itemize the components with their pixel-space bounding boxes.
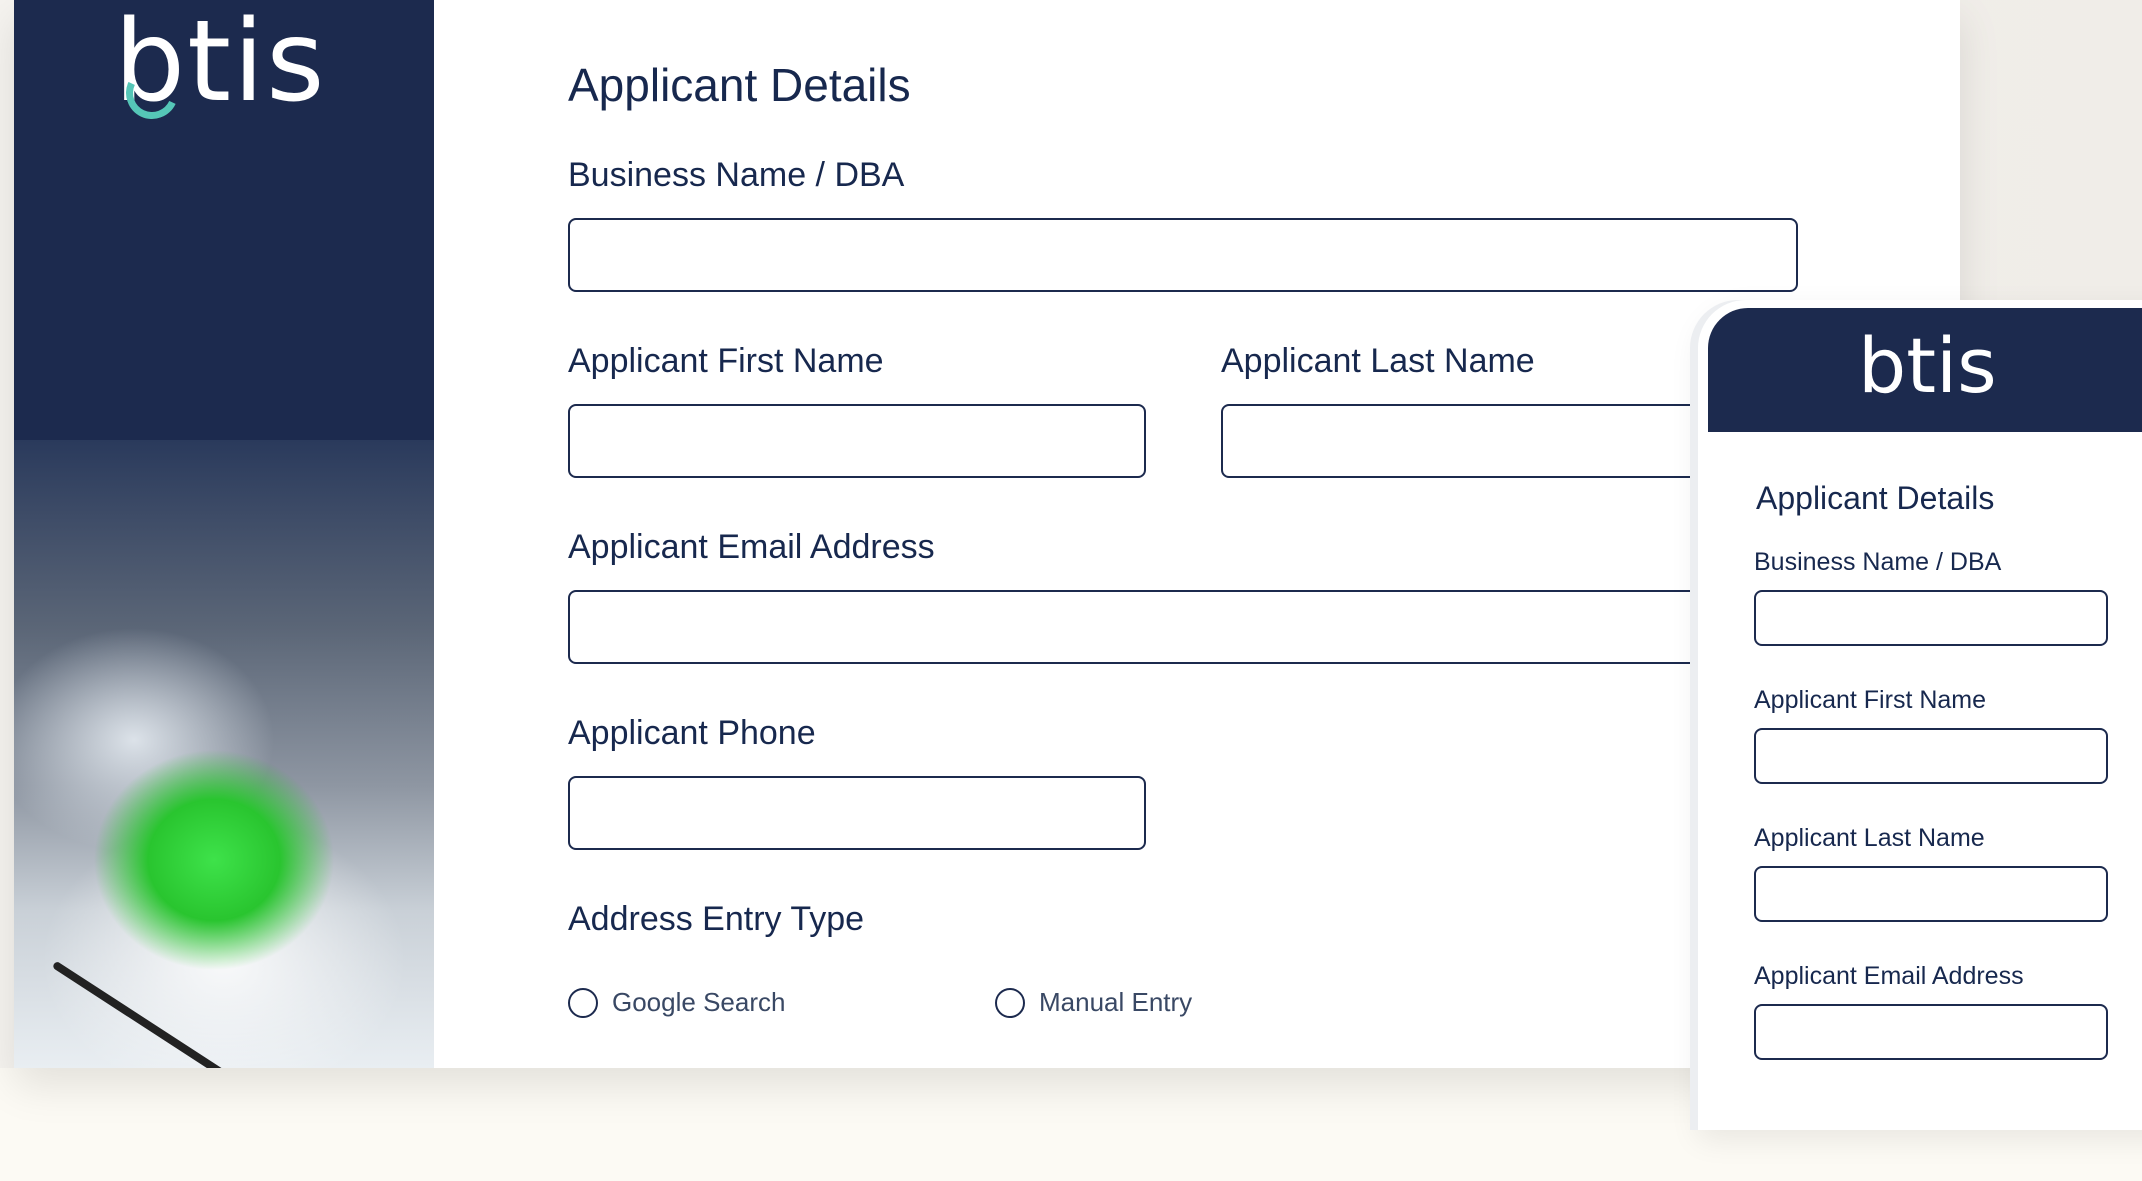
radio-circle-icon[interactable] xyxy=(995,987,1025,1018)
first-name-label: Applicant First Name xyxy=(568,342,884,380)
business-name-label: Business Name / DBA xyxy=(568,156,905,194)
radio-google-search-label: Google Search xyxy=(612,987,786,1017)
mobile-email-label: Applicant Email Address xyxy=(1754,962,2024,990)
business-name-input[interactable] xyxy=(568,218,1798,292)
mobile-first-name-label: Applicant First Name xyxy=(1754,686,1987,714)
last-name-label: Applicant Last Name xyxy=(1221,342,1535,380)
mobile-header: btis xyxy=(1708,308,2142,432)
radio-manual-entry[interactable]: Manual Entry xyxy=(995,987,1192,1018)
mobile-form-window: btis Applicant Details Business Name / D… xyxy=(1698,300,2142,1130)
radio-circle-icon[interactable] xyxy=(568,987,598,1018)
email-label: Applicant Email Address xyxy=(568,528,935,566)
phone-input[interactable] xyxy=(568,776,1146,850)
btis-logo-mobile: btis xyxy=(1858,321,1997,410)
mobile-first-name-input[interactable] xyxy=(1754,728,2108,784)
mobile-last-name-label: Applicant Last Name xyxy=(1754,824,1985,852)
mobile-last-name-input[interactable] xyxy=(1754,866,2108,922)
first-name-input[interactable] xyxy=(568,404,1146,478)
email-input[interactable] xyxy=(568,590,1798,664)
paddle xyxy=(51,960,409,1068)
radio-google-search[interactable]: Google Search xyxy=(568,987,785,1018)
radio-manual-entry-label: Manual Entry xyxy=(1039,987,1193,1017)
desktop-form-window: btis Applicant Details Business Name / D… xyxy=(14,0,1960,1068)
address-entry-label: Address Entry Type xyxy=(568,900,865,938)
mobile-page-title: Applicant Details xyxy=(1756,480,1995,516)
btis-logo: btis xyxy=(114,6,326,118)
phone-label: Applicant Phone xyxy=(568,714,816,752)
mobile-business-name-label: Business Name / DBA xyxy=(1754,548,2002,576)
mobile-business-name-input[interactable] xyxy=(1754,590,2108,646)
sidebar: btis xyxy=(14,0,434,1068)
kayaker-photo xyxy=(14,440,434,1068)
page-title: Applicant Details xyxy=(568,59,911,111)
mobile-email-input[interactable] xyxy=(1754,1004,2108,1060)
